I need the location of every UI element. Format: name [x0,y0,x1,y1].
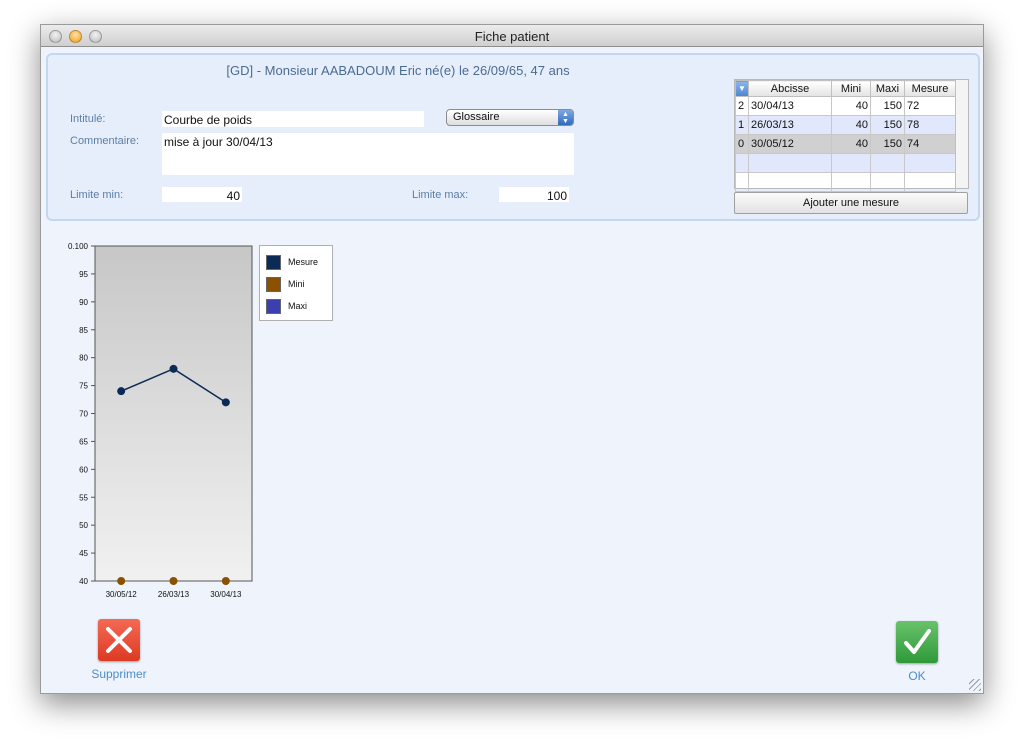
row-index: 2 [735,96,749,116]
y-tick-label: 95 [79,270,88,279]
table-scrollbar[interactable] [955,80,968,188]
patient-form-panel: [GD] - Monsieur AABADOUM Eric né(e) le 2… [46,53,980,221]
table-row-empty[interactable] [735,153,956,173]
intitule-field[interactable]: Courbe de poids [162,111,424,127]
y-tick-label: 45 [79,549,88,558]
y-tick-label: 85 [79,326,88,335]
legend-item-mini: Mini [266,276,305,293]
legend-label: Maxi [288,301,308,311]
table-row[interactable]: 2 30/04/13 40 150 72 [735,96,956,116]
table-row[interactable]: 1 26/03/13 40 150 78 [735,115,956,135]
limite-max-label: Limite max: [412,189,469,201]
delete-x-icon [98,619,140,661]
limite-max-field[interactable]: 100 [499,187,569,203]
data-point-mesure [117,387,126,396]
data-point-mini [169,577,178,585]
plot-area [94,245,253,582]
patient-header: [GD] - Monsieur AABADOUM Eric né(e) le 2… [226,63,570,78]
y-tick-label: 80 [79,354,88,363]
table-header-row: ▼ Abcisse Mini Maxi Mesure [735,80,956,97]
cell-maxi: 150 [870,115,905,135]
cell-abcisse: 30/05/12 [748,134,832,154]
checkmark-icon [896,621,938,663]
add-measure-button[interactable]: Ajouter une mesure [734,192,968,214]
glossaire-value: Glossaire [453,111,500,123]
cell-mini: 40 [831,134,871,154]
cell-abcisse: 26/03/13 [748,115,832,135]
y-tick-label: 40 [79,577,88,586]
commentaire-label: Commentaire: [70,135,140,147]
window-title: Fiche patient [474,29,550,44]
cell-maxi: 150 [870,96,905,116]
table-row[interactable]: 0 30/05/12 40 150 74 [735,134,956,154]
row-index: 0 [735,134,749,154]
title-bar: Fiche patient [41,25,983,47]
glossaire-select[interactable]: Glossaire ▲ ▼ [446,109,574,126]
data-point-mesure [169,364,178,373]
data-point-mini [221,577,230,585]
ok-button[interactable]: OK [896,621,938,683]
y-tick-label: 55 [79,493,88,502]
legend-swatch [266,299,281,315]
legend-label: Mini [288,279,305,289]
cell-mini: 40 [831,115,871,135]
x-tick-label: 30/04/13 [210,590,242,599]
y-axis: 0.100 95 90 85 80 75 70 65 60 55 50 45 40 [68,242,95,586]
select-arrows-icon: ▲ ▼ [558,110,573,125]
legend-swatch [266,277,281,293]
cell-mesure: 78 [904,115,956,135]
y-tick-label: 75 [79,382,88,391]
limite-min-field[interactable]: 40 [162,187,242,203]
measures-table[interactable]: ▼ Abcisse Mini Maxi Mesure 2 30/04/13 40… [734,79,969,192]
data-point-mini [117,577,126,585]
cell-abcisse: 30/04/13 [748,96,832,116]
patient-window: Fiche patient [GD] - Monsieur AABADOUM E… [40,24,984,694]
x-tick-label: 30/05/12 [106,590,138,599]
sort-menu-icon[interactable]: ▼ [735,80,749,97]
legend-swatch [266,255,281,271]
y-tick-label: 70 [79,410,88,419]
y-tick-label: 50 [79,521,88,530]
cell-mesure: 72 [904,96,956,116]
legend-item-mesure: Mesure [266,254,319,271]
column-header[interactable]: Maxi [870,80,905,97]
y-tick-label: 0.100 [68,242,89,251]
column-header[interactable]: Mini [831,80,871,97]
cell-mini: 40 [831,96,871,116]
legend-label: Mesure [288,257,319,267]
data-point-mesure [221,398,230,407]
y-tick-label: 90 [79,298,88,307]
table-row-empty[interactable] [735,172,956,192]
chart-legend: Mesure Mini Maxi [259,245,333,321]
ok-label: OK [908,669,926,683]
resize-grip-icon[interactable] [969,679,981,691]
intitule-label: Intitulé: [70,113,106,125]
cell-maxi: 150 [870,134,905,154]
column-header[interactable]: Abcisse [748,80,832,97]
row-index: 1 [735,115,749,135]
cell-mesure: 74 [904,134,956,154]
delete-label: Supprimer [91,667,147,681]
delete-button[interactable]: Supprimer [87,619,151,681]
y-tick-label: 60 [79,465,88,474]
y-tick-label: 65 [79,437,88,446]
limite-min-label: Limite min: [70,189,124,201]
column-header[interactable]: Mesure [904,80,956,97]
x-tick-label: 26/03/13 [158,590,190,599]
commentaire-field[interactable]: mise à jour 30/04/13 [162,133,574,175]
legend-item-maxi: Maxi [266,298,308,315]
